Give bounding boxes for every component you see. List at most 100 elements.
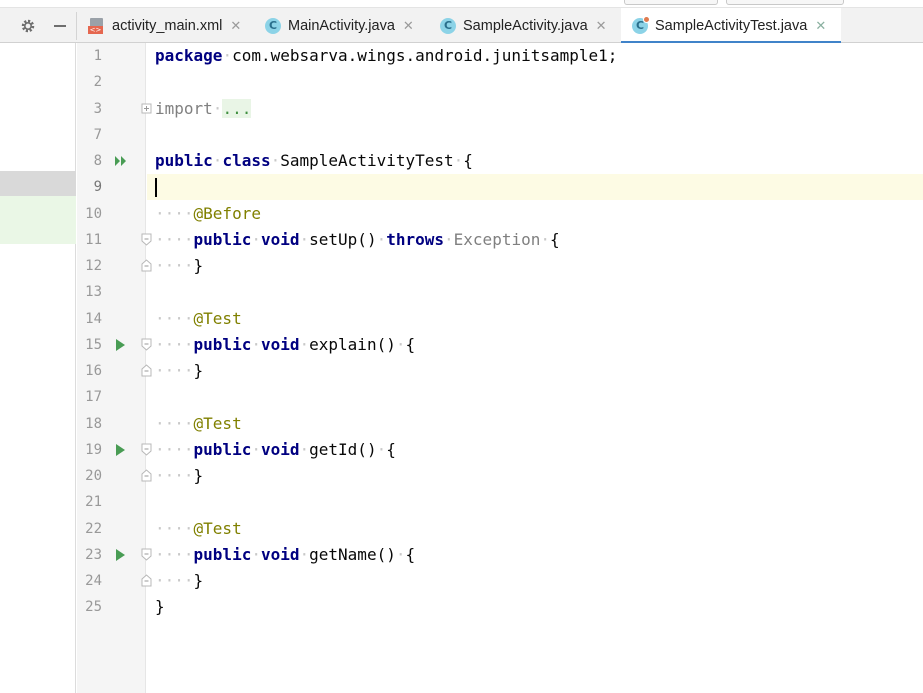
keyword: void	[260, 335, 300, 354]
brace: {	[405, 335, 416, 354]
close-icon[interactable]: ✕	[230, 18, 241, 34]
fold-end-icon[interactable]	[141, 469, 152, 482]
fold-icon[interactable]	[141, 548, 152, 561]
line-number: 8	[93, 153, 102, 169]
annotation: @Before	[193, 204, 261, 223]
code-line: 12 ····}	[77, 253, 923, 279]
tab-label: SampleActivityTest.java	[655, 17, 808, 34]
tab-label: MainActivity.java	[288, 17, 395, 34]
java-class-icon: C	[264, 17, 282, 35]
tab-activity-main-xml[interactable]: activity_main.xml ✕	[88, 8, 241, 43]
tab-main-activity-java[interactable]: C MainActivity.java ✕	[264, 8, 414, 43]
code-line: 22 ····@Test	[77, 516, 923, 542]
brace: }	[193, 571, 204, 590]
line-number: 17	[85, 389, 102, 405]
code-line: 23 ····public·void·getName()·{	[77, 542, 923, 568]
tab-label: SampleActivity.java	[463, 17, 588, 34]
method-signature: getName()	[309, 545, 396, 564]
code-line: 21	[77, 489, 923, 515]
run-test-icon[interactable]	[114, 548, 126, 562]
keyword: package	[155, 46, 223, 65]
code-editor[interactable]: 1 package·com.websarva.wings.android.jun…	[77, 43, 923, 693]
method-signature: setUp()	[309, 230, 377, 249]
line-number: 15	[85, 337, 102, 353]
toolbar-edge	[726, 0, 844, 5]
line-number: 3	[93, 101, 102, 117]
line-number: 22	[85, 521, 102, 537]
line-number: 10	[85, 206, 102, 222]
line-number: 12	[85, 258, 102, 274]
code-line: 17	[77, 384, 923, 410]
method-signature: explain()	[309, 335, 396, 354]
brace: }	[155, 597, 165, 616]
line-number: 9	[93, 179, 102, 195]
annotation: @Test	[193, 414, 242, 433]
keyword: void	[260, 440, 300, 459]
code-line: 10 ····@Before	[77, 201, 923, 227]
fold-end-icon[interactable]	[141, 259, 152, 272]
keyword: public	[155, 151, 213, 170]
annotation: @Test	[193, 519, 242, 538]
keyword: void	[260, 545, 300, 564]
code-line: 3 import·...	[77, 96, 923, 122]
brace: {	[550, 230, 560, 249]
keyword: public	[193, 440, 252, 459]
code-line: 16 ····}	[77, 358, 923, 384]
class-name: SampleActivityTest	[280, 151, 454, 170]
line-number: 16	[85, 363, 102, 379]
line-number: 11	[85, 232, 102, 248]
brace: }	[193, 361, 204, 380]
line-number: 24	[85, 573, 102, 589]
code-line: 19 ····public·void·getId()·{	[77, 437, 923, 463]
code-line: 9	[77, 174, 923, 200]
folded-imports[interactable]: ...	[222, 99, 252, 118]
fold-end-icon[interactable]	[141, 574, 152, 587]
project-side-panel	[0, 43, 76, 693]
run-test-icon[interactable]	[114, 443, 126, 457]
tab-label: activity_main.xml	[112, 17, 223, 34]
gear-icon[interactable]	[15, 8, 41, 43]
code-line: 11 ····public·void·setUp()·throws·Except…	[77, 227, 923, 253]
line-number: 14	[85, 311, 102, 327]
brace: {	[405, 545, 416, 564]
java-class-icon: C	[439, 17, 457, 35]
code-line: 15 ····public·void·explain()·{	[77, 332, 923, 358]
selected-tree-row[interactable]	[0, 171, 76, 196]
toolbar-edge	[624, 0, 718, 5]
keyword: public	[193, 230, 252, 249]
brace: }	[193, 466, 204, 485]
line-number: 18	[85, 416, 102, 432]
keyword: class	[222, 151, 271, 170]
code-line: 24 ····}	[77, 568, 923, 594]
fold-icon[interactable]	[141, 233, 152, 246]
xml-file-icon	[88, 17, 106, 35]
run-test-icon[interactable]	[114, 338, 126, 352]
line-number: 23	[85, 547, 102, 563]
line-number: 19	[85, 442, 102, 458]
code-line: 2	[77, 69, 923, 95]
tab-sample-activity-test-java[interactable]: C SampleActivityTest.java ✕	[621, 8, 841, 44]
code-line: 14 ····@Test	[77, 306, 923, 332]
run-all-tests-icon[interactable]	[114, 154, 128, 168]
line-number: 1	[93, 48, 102, 64]
expand-fold-icon[interactable]	[141, 102, 152, 115]
code-line: 13	[77, 279, 923, 305]
code-line: 8 public·class·SampleActivityTest·{	[77, 148, 923, 174]
fold-end-icon[interactable]	[141, 364, 152, 377]
java-test-class-icon: C	[631, 15, 650, 35]
close-icon[interactable]: ✕	[815, 18, 826, 34]
fold-icon[interactable]	[141, 443, 152, 456]
tab-sample-activity-java[interactable]: C SampleActivity.java ✕	[439, 8, 607, 43]
exception-type: Exception	[453, 230, 541, 249]
keyword: throws	[386, 230, 445, 249]
editor-tab-bar: activity_main.xml ✕ C MainActivity.java …	[0, 8, 923, 44]
code-line: 20 ····}	[77, 463, 923, 489]
top-strip	[0, 0, 923, 8]
fold-icon[interactable]	[141, 338, 152, 351]
close-icon[interactable]: ✕	[596, 18, 607, 34]
text-caret	[155, 178, 157, 197]
brace: }	[193, 256, 204, 275]
minus-icon[interactable]	[47, 8, 73, 43]
close-icon[interactable]: ✕	[403, 18, 414, 34]
code-line: 1 package·com.websarva.wings.android.jun…	[77, 43, 923, 69]
